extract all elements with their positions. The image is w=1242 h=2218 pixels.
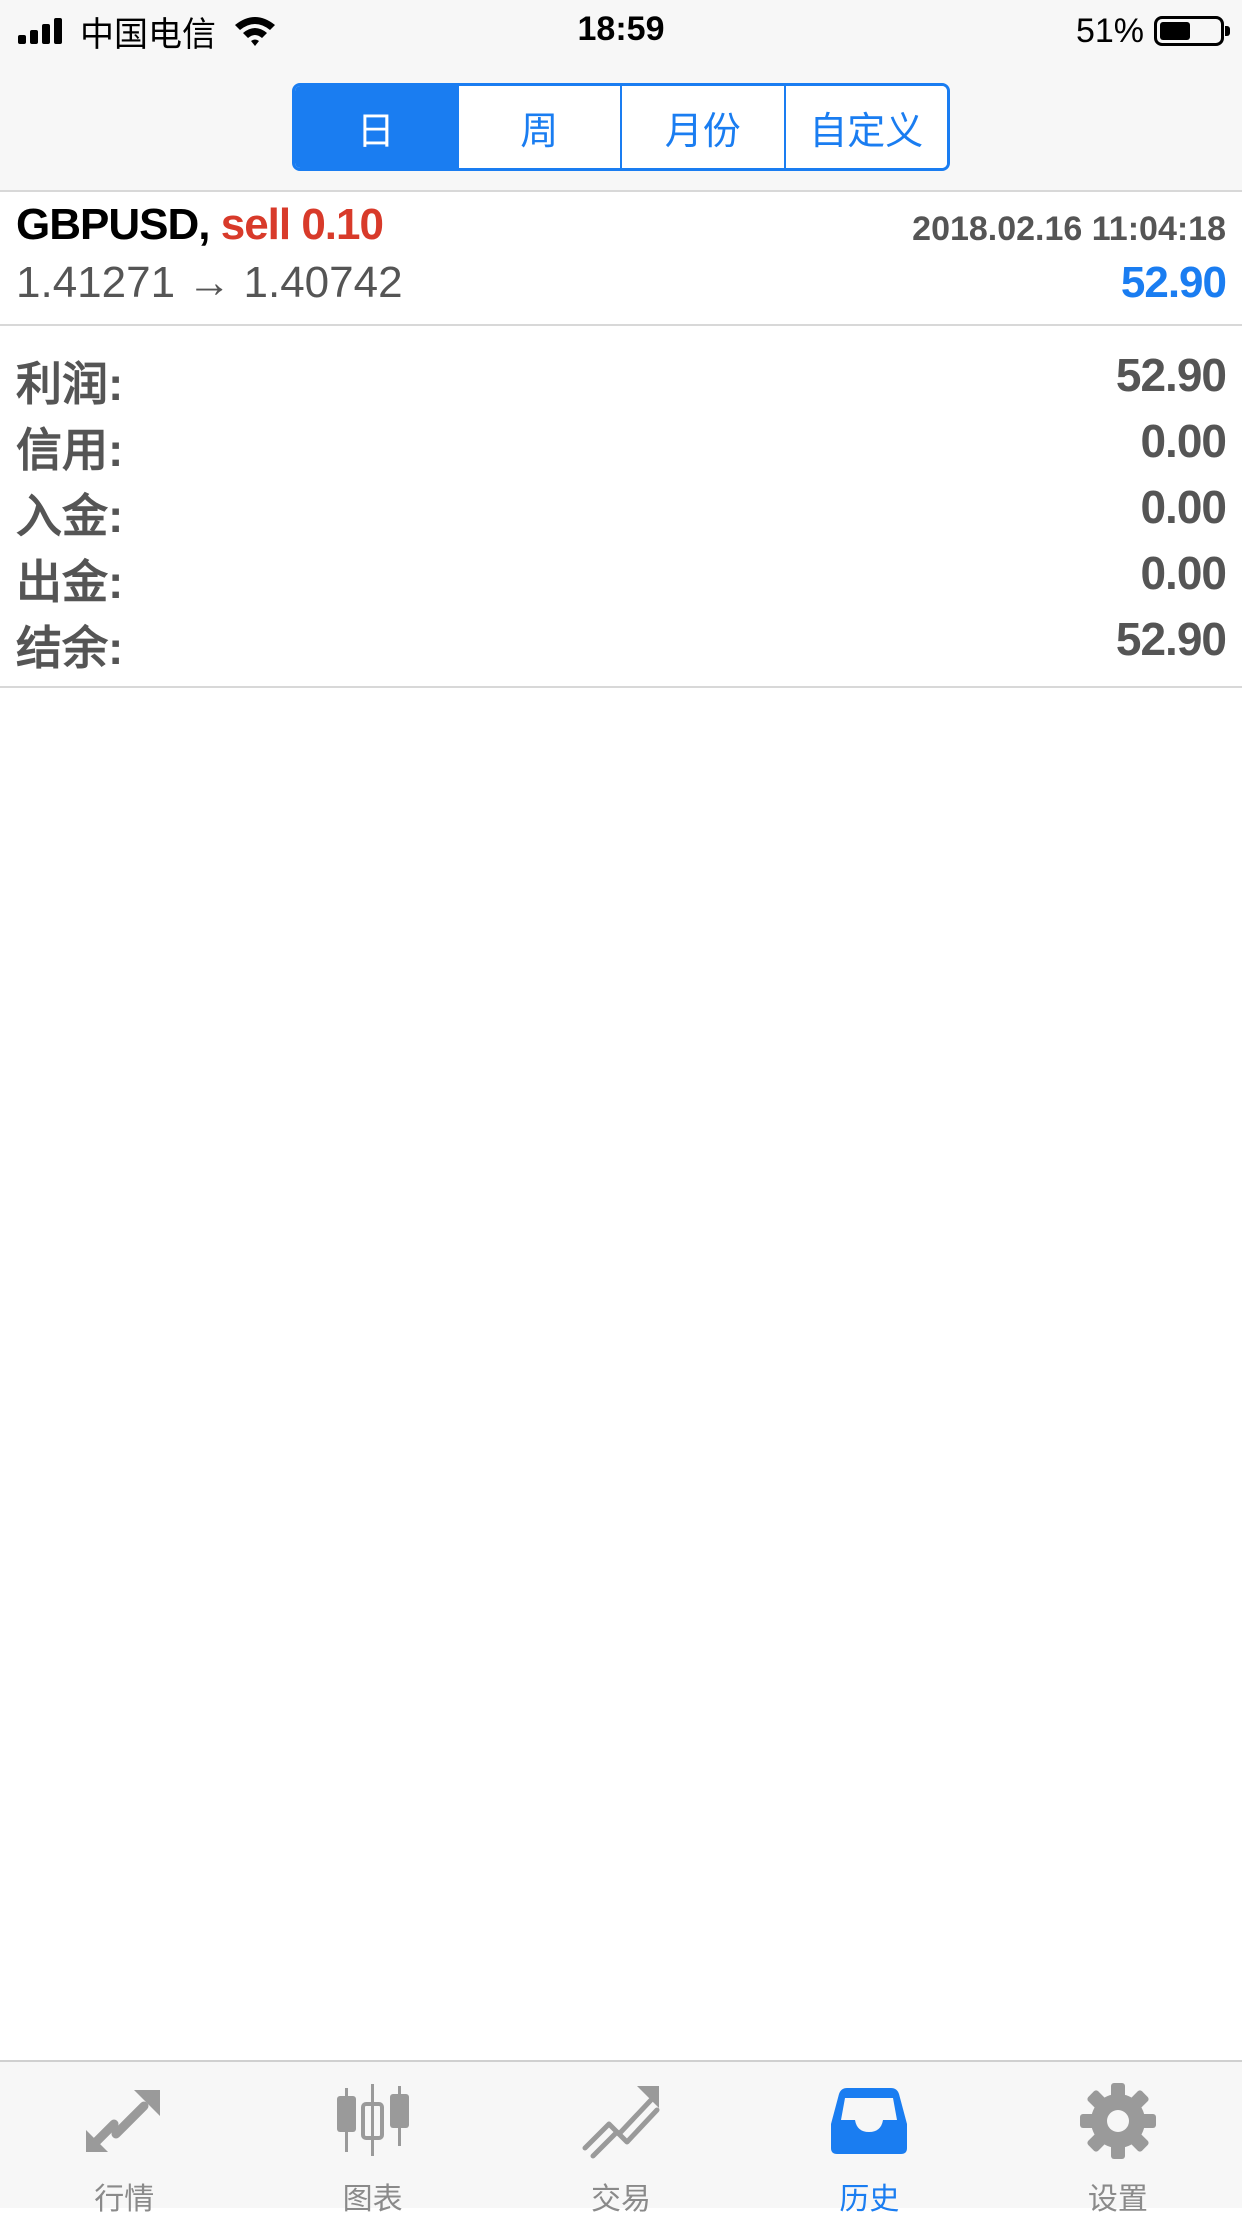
tab-chart[interactable]: 图表 <box>248 2062 496 2216</box>
tab-label: 图表 <box>342 2183 403 2216</box>
summary-value: 0.00 <box>1140 481 1227 533</box>
summary-label: 出金: <box>16 556 124 608</box>
trade-trend-icon <box>582 2086 660 2159</box>
period-header: 日 周 月份 自定义 <box>0 62 1242 192</box>
quotes-arrows-icon <box>86 2090 161 2152</box>
summary-section: 利润: 52.90 信用: 0.00 入金: 0.00 出金: 0.00 结余:… <box>0 326 1242 688</box>
summary-value: 52.90 <box>1115 349 1227 401</box>
summary-row-balance: 结余: 52.90 <box>16 612 1227 678</box>
period-tab-custom[interactable]: 自定义 <box>785 86 947 168</box>
tab-label: 交易 <box>591 2183 652 2216</box>
deal-symbol: GBPUSD, sell 0.10 <box>16 200 384 250</box>
tab-label: 历史 <box>839 2183 900 2216</box>
summary-row-profit: 利润: 52.90 <box>16 348 1227 414</box>
summary-label: 信用: <box>16 424 124 476</box>
battery-icon <box>1154 16 1230 46</box>
status-right: 51% <box>1075 8 1230 54</box>
deal-profit: 52.90 <box>1120 258 1227 307</box>
tab-label: 设置 <box>1087 2183 1148 2216</box>
summary-row-credit: 信用: 0.00 <box>16 414 1227 480</box>
period-segmented-control: 日 周 月份 自定义 <box>292 83 950 171</box>
deal-row[interactable]: GBPUSD, sell 0.10 2018.02.16 11:04:18 1.… <box>0 192 1242 326</box>
battery-percentage: 51% <box>1075 11 1144 50</box>
summary-row-deposit: 入金: 0.00 <box>16 480 1227 546</box>
deal-bottom-line: 1.41271 → 1.40742 52.90 <box>16 258 1227 314</box>
deal-top-line: GBPUSD, sell 0.10 2018.02.16 11:04:18 <box>16 200 1226 256</box>
tab-settings[interactable]: 设置 <box>994 2062 1242 2216</box>
deal-prices: 1.41271 → 1.40742 <box>16 258 403 307</box>
summary-value: 52.90 <box>1115 613 1227 665</box>
summary-row-withdrawal: 出金: 0.00 <box>16 546 1227 612</box>
summary-value: 0.00 <box>1140 415 1227 467</box>
summary-label: 利润: <box>16 358 124 410</box>
battery-fill <box>1160 22 1190 40</box>
deal-symbol-text: GBPUSD, <box>16 200 210 249</box>
status-time: 18:59 <box>577 10 665 48</box>
summary-label: 入金: <box>16 490 124 542</box>
summary-label: 结余: <box>16 622 124 674</box>
period-tab-week[interactable]: 周 <box>458 86 622 168</box>
period-tab-day[interactable]: 日 <box>295 86 459 168</box>
deal-side: sell 0.10 <box>220 200 384 249</box>
tab-trade[interactable]: 交易 <box>497 2062 745 2216</box>
summary-value: 0.00 <box>1140 547 1227 599</box>
period-tab-month[interactable]: 月份 <box>622 86 786 168</box>
status-bar: 中国电信 18:59 51% <box>0 0 1242 62</box>
deal-datetime: 2018.02.16 11:04:18 <box>912 210 1226 248</box>
bottom-tab-bar: 行情 图表 交易 历史 设置 <box>0 2060 1242 2216</box>
tab-quotes[interactable]: 行情 <box>0 2062 248 2216</box>
candlestick-chart-icon <box>336 2084 409 2156</box>
tab-history[interactable]: 历史 <box>745 2062 993 2216</box>
battery-tip <box>1225 26 1230 36</box>
tab-label: 行情 <box>94 2183 155 2216</box>
history-inbox-icon <box>831 2088 908 2154</box>
gear-icon <box>1079 2083 1156 2159</box>
